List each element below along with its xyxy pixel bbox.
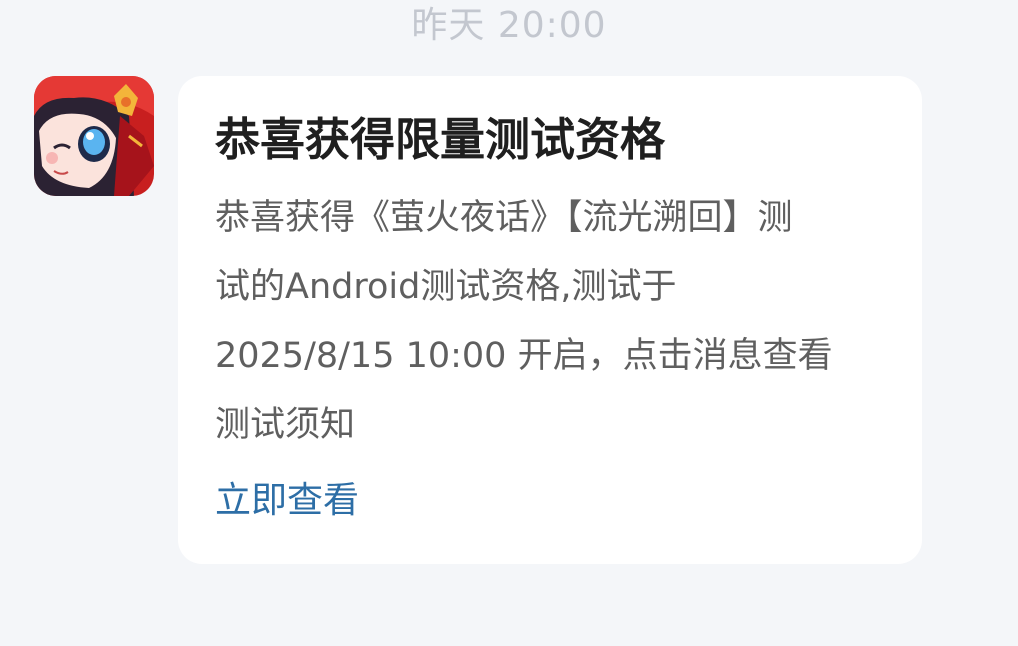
notification-body-line: 2025/8/15 10:00 开启，点击消息查看 xyxy=(215,336,833,376)
app-avatar[interactable] xyxy=(34,76,154,196)
notification-body-line: 试的Android测试资格,测试于 xyxy=(215,267,677,307)
notification-body-line: 测试须知 xyxy=(215,405,356,445)
notification-card[interactable]: 恭喜获得限量测试资格 恭喜获得《萤火夜话》【流光溯回】测 试的Android测试… xyxy=(178,76,922,564)
notification-body-line: 恭喜获得《萤火夜话》【流光溯回】测 xyxy=(215,198,793,238)
view-now-link[interactable]: 立即查看 xyxy=(215,476,359,526)
notification-title: 恭喜获得限量测试资格 xyxy=(215,113,666,166)
notification-body: 恭喜获得《萤火夜话》【流光溯回】测 试的Android测试资格,测试于 2025… xyxy=(215,184,895,460)
game-app-icon xyxy=(34,76,154,196)
message-timestamp: 昨天 20:00 xyxy=(411,5,607,46)
